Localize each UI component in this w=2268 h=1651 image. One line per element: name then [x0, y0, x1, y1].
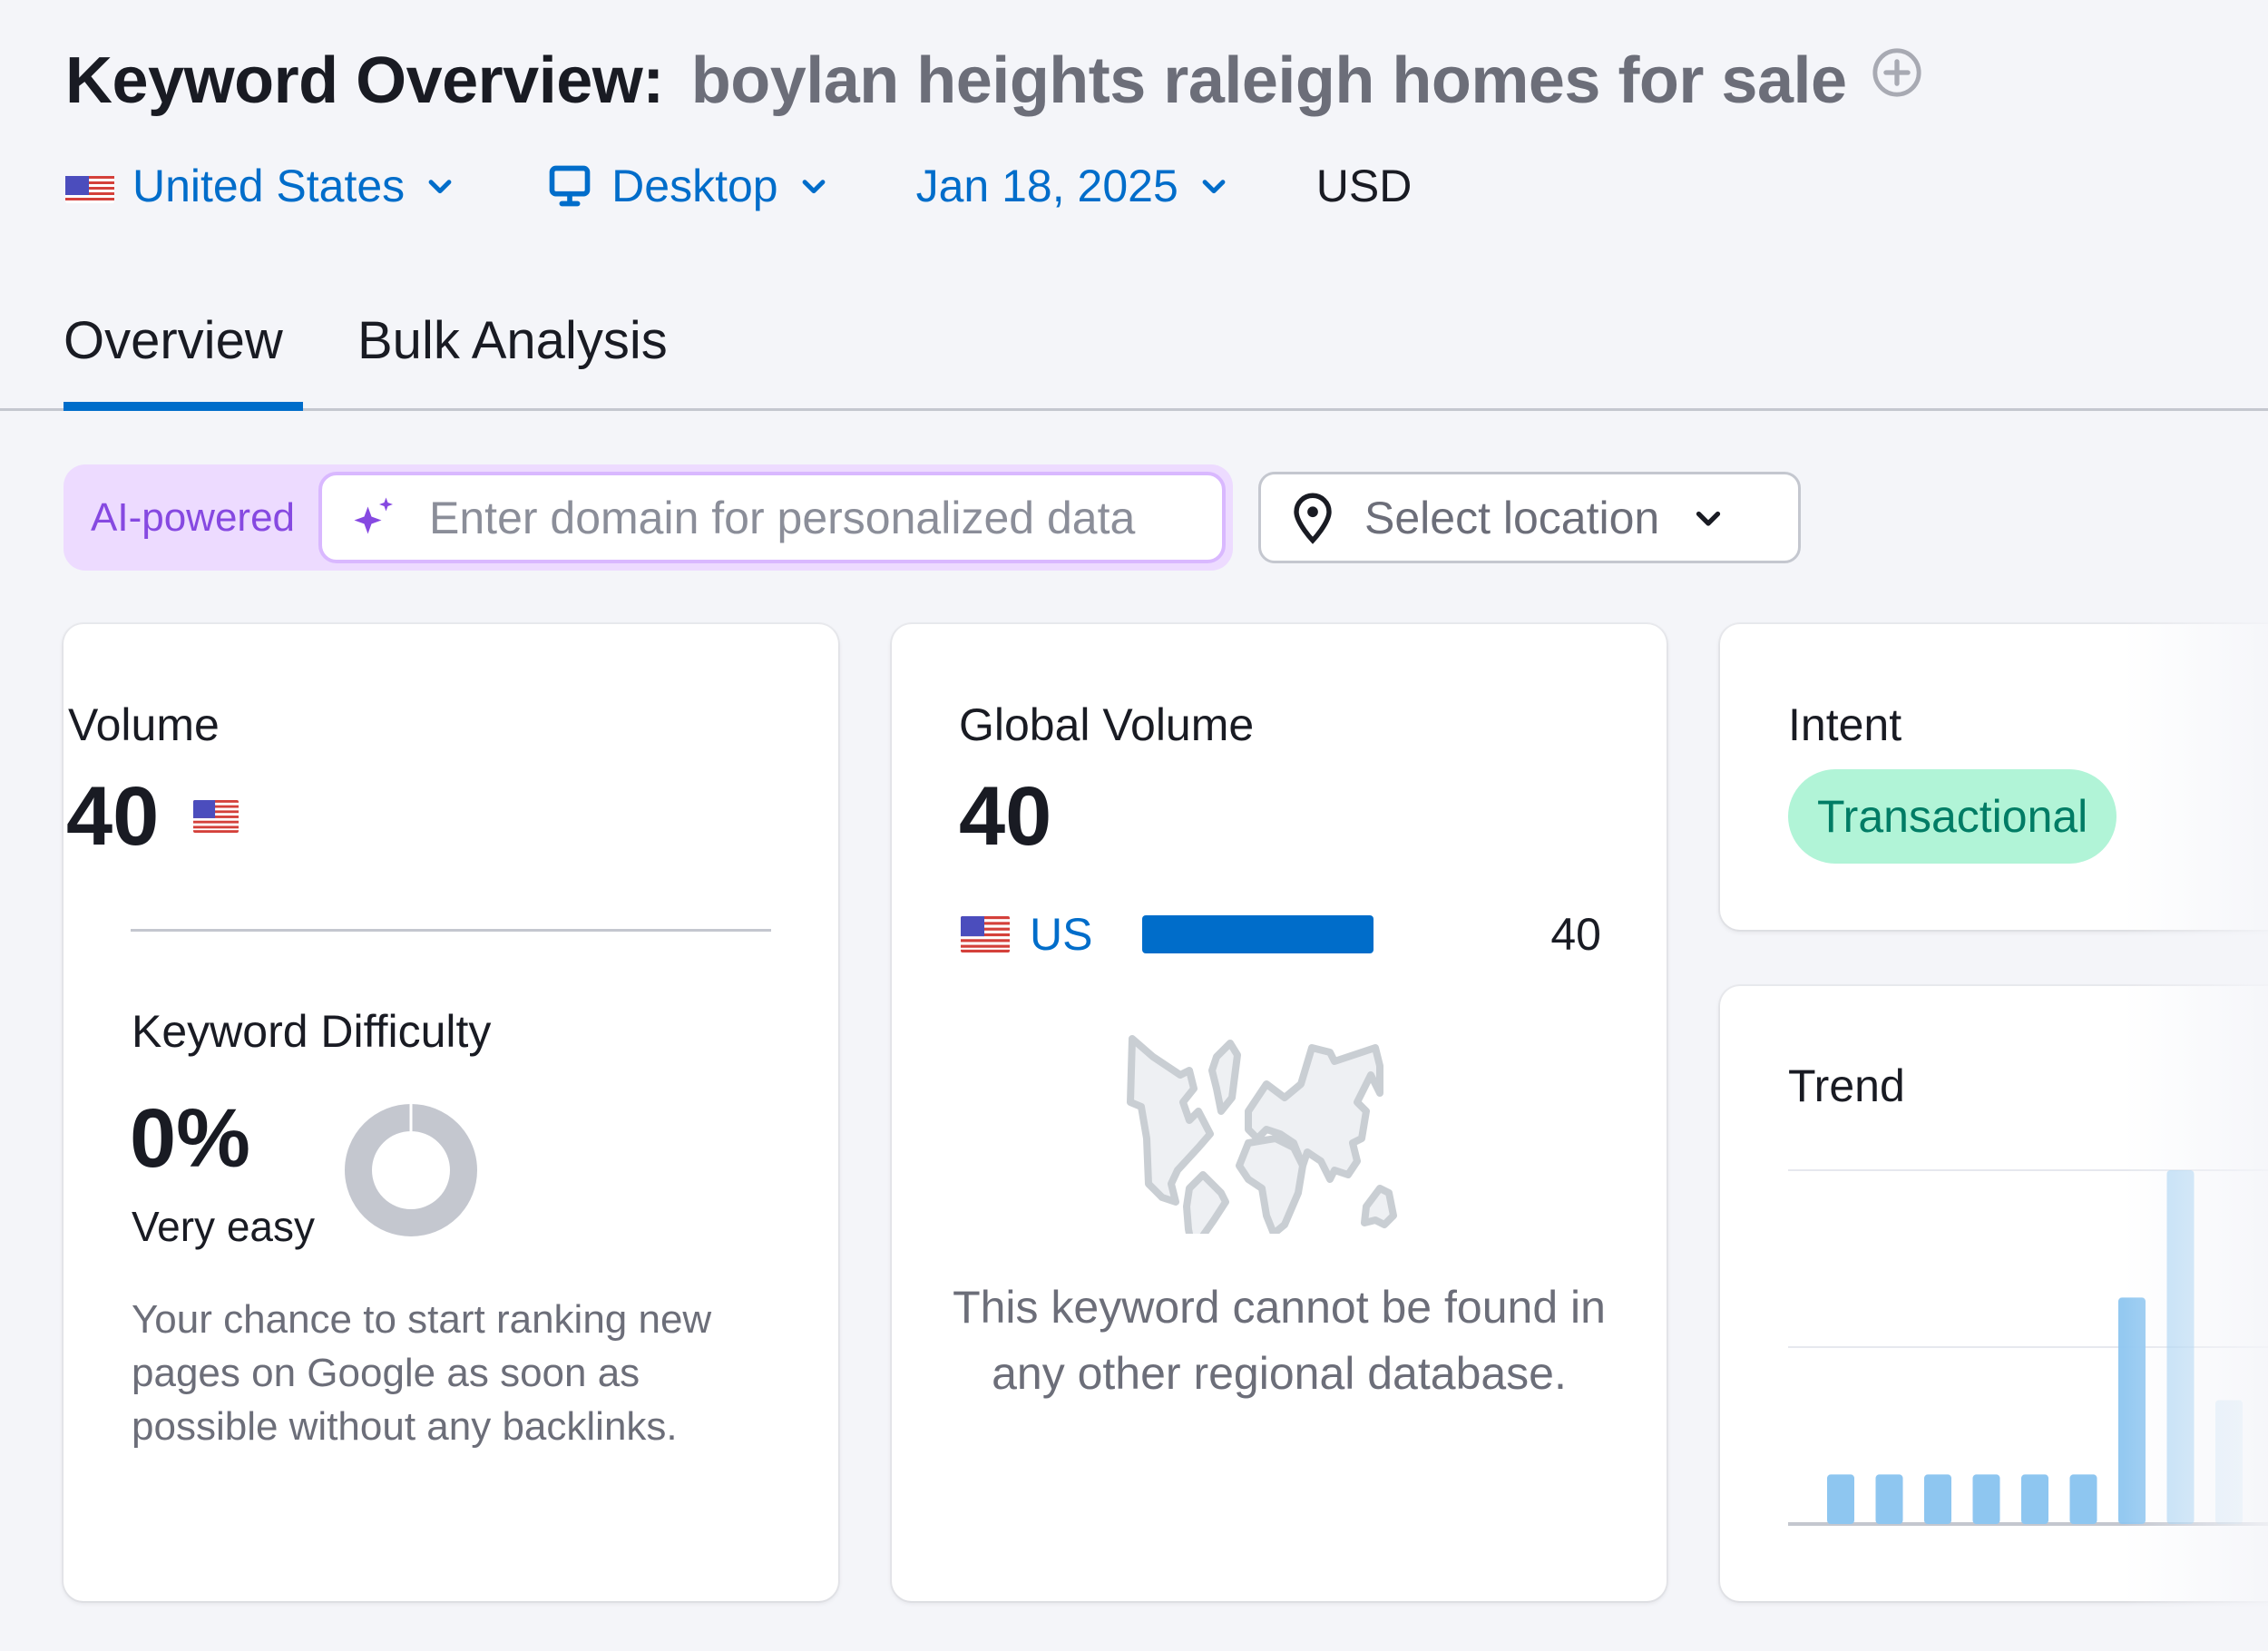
device-selector[interactable]: Desktop: [546, 160, 828, 212]
no-regional-data-message: This keyword cannot be found in any othe…: [953, 1282, 1606, 1399]
trend-bar[interactable]: [1875, 1474, 1903, 1524]
intent-badge: Transactional: [1788, 769, 2117, 864]
filters-bar: United States Desktop Jan 18, 2025 USD: [65, 154, 1412, 218]
location-select[interactable]: Select location: [1258, 472, 1802, 563]
us-flag-icon: [961, 916, 1010, 952]
domain-input[interactable]: Enter domain for personalized data: [318, 472, 1227, 563]
ai-powered-group: AI-powered Enter domain for personalized…: [64, 464, 1234, 571]
keyword-difficulty-rating: Very easy: [132, 1203, 315, 1250]
chevron-down-icon: [798, 171, 829, 201]
chevron-down-icon: [1198, 171, 1229, 201]
page-title-label: Keyword Overview:: [65, 44, 664, 117]
trend-bar[interactable]: [1972, 1474, 2000, 1524]
country-code-link[interactable]: US: [1030, 908, 1142, 961]
tab-bar: Overview Bulk Analysis: [0, 299, 2268, 411]
keyword-difficulty-description: Your chance to start ranking new pages o…: [132, 1297, 712, 1449]
trend-bar[interactable]: [2069, 1474, 2097, 1524]
volume-label: Volume: [68, 699, 220, 750]
tab-bulk-analysis[interactable]: Bulk Analysis: [357, 310, 668, 407]
domain-input-placeholder: Enter domain for personalized data: [429, 492, 1136, 543]
date-selector[interactable]: Jan 18, 2025: [916, 160, 1229, 212]
global-volume-label: Global Volume: [959, 699, 1255, 750]
trend-bar[interactable]: [2166, 1170, 2195, 1524]
active-tab-indicator: [64, 402, 303, 411]
currency-label: USD: [1315, 161, 1413, 211]
keyword-difficulty-donut: [345, 1104, 477, 1236]
location-pin-icon: [1288, 491, 1337, 545]
chevron-down-icon: [1692, 502, 1725, 534]
country-label: United States: [132, 161, 406, 211]
keyword-difficulty-label: Keyword Difficulty: [132, 1006, 492, 1057]
keyword-difficulty-value: 0%: [130, 1092, 250, 1185]
desktop-icon: [546, 162, 593, 210]
trend-bar[interactable]: [1827, 1474, 1854, 1524]
us-flag-icon: [193, 800, 239, 833]
intent-label: Intent: [1788, 699, 1902, 750]
plus-circle-icon[interactable]: [1871, 46, 1923, 99]
world-map-icon: [1127, 1035, 1397, 1234]
volume-value: 40: [66, 770, 160, 863]
device-label: Desktop: [611, 161, 778, 211]
sparkle-icon: [347, 491, 402, 545]
keyword-text: boylan heights raleigh homes for sale: [690, 44, 1847, 117]
country-volume-bar: [1142, 915, 1374, 953]
chevron-down-icon: [425, 171, 455, 201]
trend-bar[interactable]: [2021, 1474, 2048, 1524]
date-label: Jan 18, 2025: [915, 161, 1178, 211]
ai-domain-bar: AI-powered Enter domain for personalized…: [64, 464, 1802, 571]
country-volume-value: 40: [1550, 909, 1601, 960]
trend-label: Trend: [1788, 1060, 1905, 1111]
country-selector[interactable]: United States: [65, 160, 455, 212]
country-volume-bar-fill: [1142, 915, 1374, 953]
page-title: Keyword Overview: boylan heights raleigh…: [65, 44, 1923, 118]
trend-chart: [1788, 1169, 2268, 1526]
trend-bar[interactable]: [2118, 1297, 2146, 1524]
trend-bar[interactable]: [1924, 1474, 1951, 1524]
country-volume-row: US 40: [961, 907, 1601, 962]
location-select-placeholder: Select location: [1364, 492, 1660, 543]
divider: [131, 929, 771, 932]
us-flag-icon: [65, 169, 114, 203]
trend-bar[interactable]: [2215, 1400, 2243, 1525]
ai-powered-badge: AI-powered: [91, 494, 296, 540]
tab-overview[interactable]: Overview: [64, 310, 283, 407]
global-volume-value: 40: [959, 770, 1052, 863]
